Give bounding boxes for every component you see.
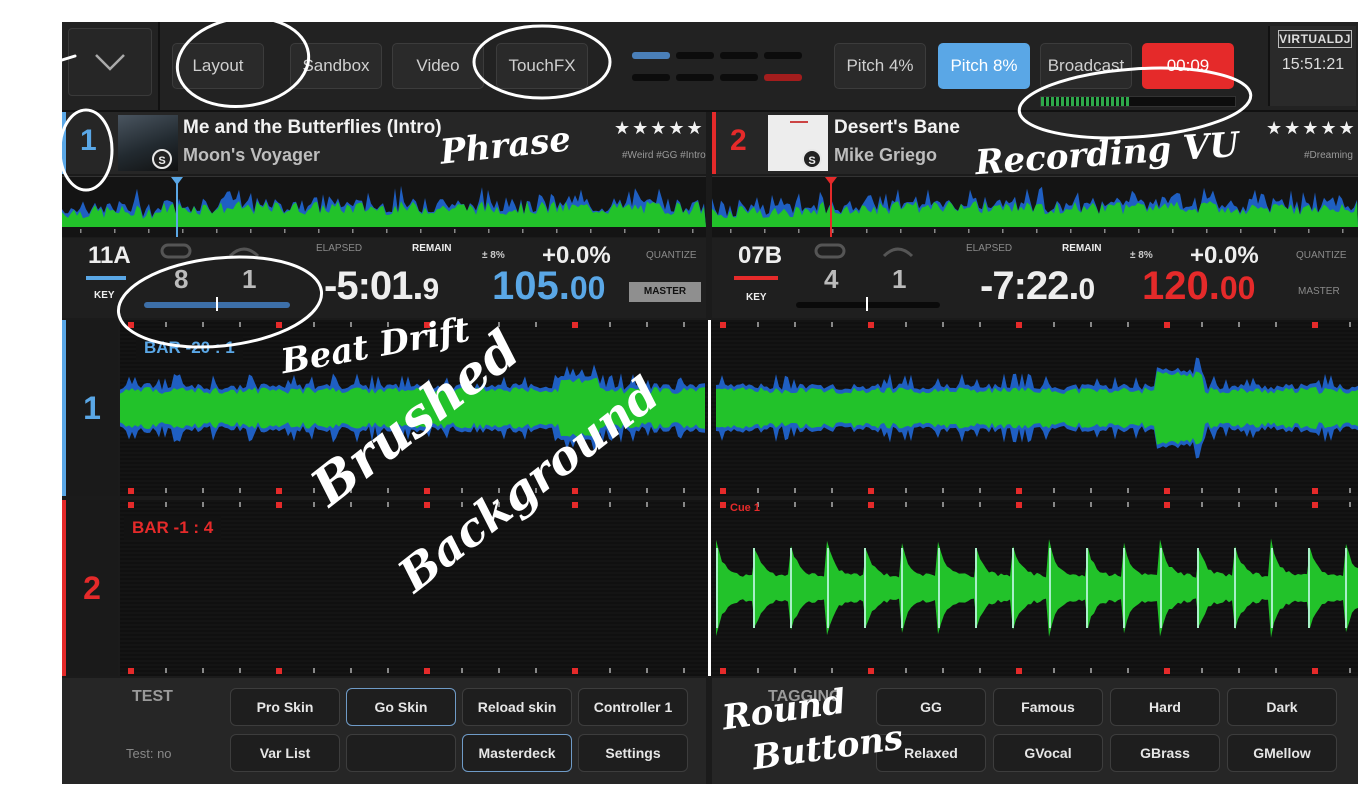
annotation-circle — [58, 108, 114, 192]
annotation-overlay — [58, 15, 1253, 349]
annotation-circle — [472, 24, 612, 100]
annotation-circle — [175, 15, 311, 109]
annotation-stroke — [60, 54, 77, 62]
